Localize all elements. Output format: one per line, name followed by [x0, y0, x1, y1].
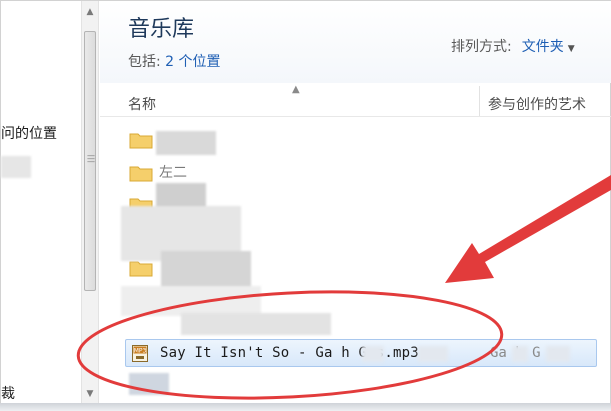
- scroll-up-arrow-icon[interactable]: ▲: [82, 7, 98, 17]
- mp3-file-icon: MP3: [132, 345, 148, 362]
- window-bottom-edge: [0, 403, 611, 411]
- column-artist[interactable]: 参与创作的艺术: [488, 94, 586, 114]
- scrollbar-grip-icon: — — —: [87, 151, 95, 166]
- blurred-text: [512, 346, 528, 362]
- navigation-pane: 问的位置 裁: [1, 1, 81, 404]
- folder-icon[interactable]: [129, 131, 153, 149]
- column-name[interactable]: 名称: [128, 94, 156, 114]
- blurred-text: [418, 346, 448, 362]
- includes-locations-link[interactable]: 2 个位置: [165, 54, 220, 70]
- nav-item-location[interactable]: 问的位置: [1, 123, 57, 143]
- library-includes: 包括: 2 个位置: [128, 51, 221, 71]
- blurred-text: [546, 346, 570, 362]
- library-title: 音乐库: [128, 17, 195, 42]
- explorer-window: 问的位置 裁 ▲ — — — ▼ 音乐库 包括: 2 个位置 排列方式: 文件夹 ▼ 名…: [0, 0, 611, 411]
- folder-icon[interactable]: [129, 259, 153, 277]
- svg-text:MP3: MP3: [134, 348, 147, 355]
- arrange-value[interactable]: 文件夹: [522, 39, 564, 55]
- navigation-scrollbar[interactable]: ▲ — — — ▼: [81, 1, 99, 404]
- blurred-nav-item: [1, 156, 31, 178]
- library-header: 音乐库 包括: 2 个位置 排列方式: 文件夹 ▼: [100, 1, 611, 83]
- folder-label-partial: 左二: [159, 165, 187, 181]
- arrange-by[interactable]: 排列方式: 文件夹 ▼: [451, 36, 575, 56]
- column-divider[interactable]: [479, 86, 480, 116]
- scrollbar-thumb[interactable]: — — —: [84, 31, 96, 291]
- blurred-region: [121, 286, 261, 316]
- arrange-label: 排列方式:: [451, 39, 512, 55]
- folder-icon[interactable]: [129, 164, 153, 182]
- blurred-region: [181, 313, 331, 335]
- blurred-folder-name: [156, 131, 216, 155]
- blurred-region: [129, 373, 169, 395]
- includes-label: 包括:: [128, 54, 161, 70]
- sort-ascending-icon: ▲: [292, 84, 300, 95]
- blurred-text: [362, 346, 384, 362]
- file-row-selected[interactable]: MP3 Say It Isn't So - Ga h G s.mp3 Ga h …: [125, 339, 597, 367]
- chevron-down-icon[interactable]: ▼: [568, 44, 575, 54]
- scroll-down-arrow-icon[interactable]: ▼: [82, 389, 98, 399]
- nav-item-partial[interactable]: 裁: [1, 383, 15, 403]
- column-header: 名称 ▲ 参与创作的艺术: [100, 84, 611, 117]
